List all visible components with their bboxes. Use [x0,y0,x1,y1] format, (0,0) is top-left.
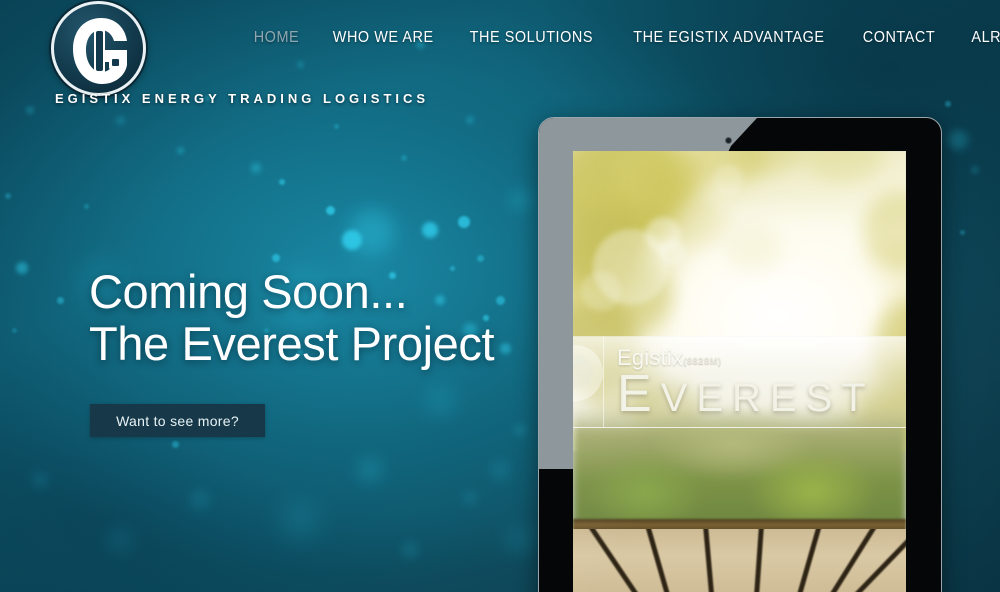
deck-plank-gap [703,529,717,592]
everest-overlay-band: Egistix (8828M) EVEREST [573,336,906,428]
site-header: EGISTIX ENERGY TRADING LOGISTICS HOME WH… [0,0,1000,118]
hero-line-2: The Everest Project [89,317,495,370]
nav-item-egistix-advantage[interactable]: THE EGISTIX ADVANTAGE [620,26,837,50]
camera-icon [725,137,732,144]
wooden-deck [573,529,906,592]
nav-item-contact[interactable]: CONTACT [850,26,949,50]
want-to-see-more-button[interactable]: Want to see more? [90,404,265,437]
hero-heading: Coming Soon... The Everest Project [89,265,495,370]
logo-e-glyph [73,18,127,84]
tablet-screen: Egistix (8828M) EVEREST [573,151,906,592]
nav-item-who-we-are[interactable]: WHO WE ARE [320,26,447,50]
nav-item-the-solutions[interactable]: THE SOLUTIONS [457,26,606,50]
screen-bokeh-circle [581,271,621,311]
nav-item-home[interactable]: HOME [241,26,313,50]
hero-line-1: Coming Soon... [89,265,408,318]
everest-title: EVEREST [617,368,875,421]
screen-bokeh-circle [659,239,685,265]
brand-tagline: EGISTIX ENERGY TRADING LOGISTICS [55,91,430,106]
deck-plank-gap [645,529,678,592]
everest-title-rest: VEREST [660,376,875,420]
deck-plank-gap [852,529,906,592]
everest-brand-suffix: (8828M) [683,356,722,367]
deck-plank-gap [752,529,764,592]
egistix-e-logo-icon[interactable] [51,1,146,96]
deck-plank-gap [789,529,822,592]
nav-item-already-a-client[interactable]: ALREADY A CLIENT [958,26,1000,50]
deck-planks [573,529,906,592]
everest-title-initial: E [617,365,661,423]
screen-bokeh-circle [713,165,743,195]
tablet-mockup: Egistix (8828M) EVEREST [538,117,942,592]
deck-plank-gap [587,529,648,592]
tablet-frame: Egistix (8828M) EVEREST [538,117,942,592]
landing-page: EGISTIX ENERGY TRADING LOGISTICS HOME WH… [0,0,1000,592]
overlay-divider [603,337,604,427]
main-navigation: HOME WHO WE ARE THE SOLUTIONS THE EGISTI… [238,26,1000,50]
